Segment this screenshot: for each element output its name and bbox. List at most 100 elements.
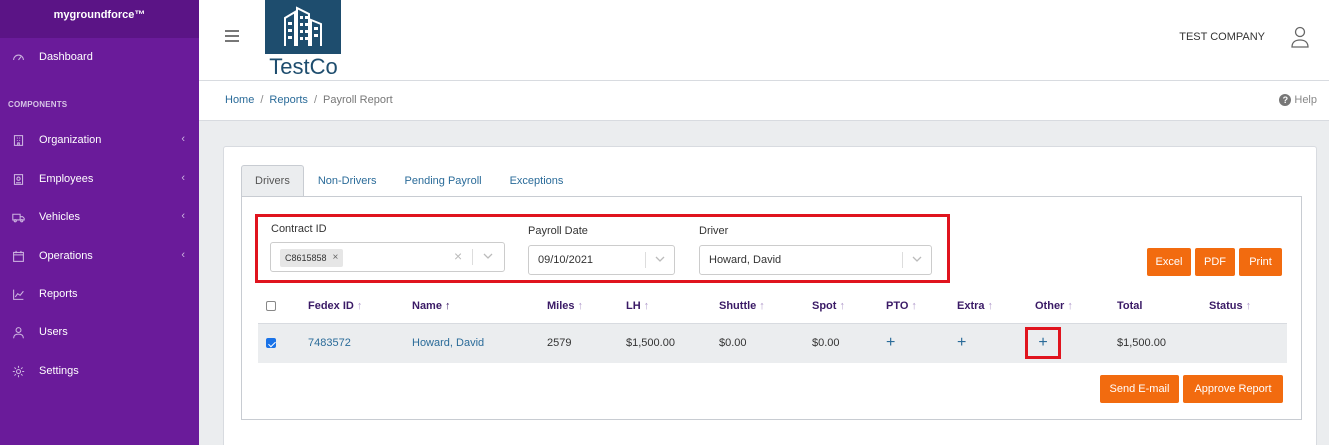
- col-status[interactable]: Status ↑: [1209, 290, 1287, 324]
- sort-arrow-icon: ↑: [911, 300, 917, 313]
- user-icon: [10, 324, 26, 340]
- sidebar-item-organization[interactable]: Organization ‹: [0, 124, 199, 156]
- driver-select[interactable]: Howard, David: [699, 245, 932, 275]
- print-button[interactable]: Print: [1239, 248, 1282, 276]
- chevron-left-icon: ‹: [181, 133, 185, 145]
- payroll-table: Fedex ID ↑ Name ↑ Miles ↑ LH ↑ Shuttle ↑ Spot…: [258, 290, 1287, 363]
- chevron-left-icon: ‹: [181, 210, 185, 222]
- chart-line-icon: [10, 286, 26, 302]
- chevron-down-icon[interactable]: [911, 253, 923, 265]
- add-other-icon[interactable]: +: [1038, 335, 1047, 351]
- pdf-button[interactable]: PDF: [1195, 248, 1235, 276]
- sidebar-item-users[interactable]: Users: [0, 316, 199, 348]
- add-extra-icon[interactable]: +: [957, 335, 966, 351]
- miles-cell: 2579: [547, 323, 626, 363]
- sidebar-item-label: Employees: [39, 173, 94, 185]
- sort-arrow-icon: ↑: [1245, 300, 1252, 313]
- col-other[interactable]: Other ↑: [1035, 290, 1117, 324]
- id-badge-icon: [10, 171, 26, 187]
- breadcrumb: Home / Reports / Payroll Report: [225, 94, 393, 106]
- sidebar-item-reports[interactable]: Reports: [0, 278, 199, 310]
- sidebar-item-operations[interactable]: Operations ‹: [0, 240, 199, 272]
- fedex-id-cell: 7483572: [308, 323, 412, 363]
- sidebar-item-label: Operations: [39, 250, 93, 262]
- lh-cell: $1,500.00: [626, 323, 719, 363]
- extra-cell: +: [957, 323, 1035, 363]
- sidebar-item-label: Vehicles: [39, 211, 80, 223]
- filters-highlight: Contract ID C8615858 × × Payroll Date 09…: [255, 214, 950, 283]
- sidebar-item-vehicles[interactable]: Vehicles ‹: [0, 201, 199, 233]
- help-link[interactable]: ? Help: [1279, 94, 1317, 106]
- sort-arrow-icon: ↑: [643, 300, 650, 313]
- brand-name: mygroundforce™: [0, 0, 199, 38]
- remove-chip-icon[interactable]: ×: [333, 249, 339, 267]
- user-profile-icon[interactable]: [1291, 26, 1309, 48]
- contract-id-select[interactable]: C8615858 × ×: [270, 242, 505, 272]
- col-extra[interactable]: Extra ↑: [957, 290, 1035, 324]
- excel-button[interactable]: Excel: [1147, 248, 1191, 276]
- sidebar-item-dashboard[interactable]: Dashboard: [0, 41, 199, 73]
- select-all-cell: [258, 290, 308, 324]
- fedex-id-link[interactable]: 7483572: [308, 337, 351, 349]
- speedometer-icon: [10, 49, 26, 65]
- sidebar-item-label: Organization: [39, 134, 102, 146]
- select-all-checkbox[interactable]: [266, 301, 276, 312]
- company-name: TEST COMPANY: [1179, 31, 1265, 43]
- sidebar-section-title: COMPONENTS: [8, 100, 68, 109]
- sort-arrow-icon: ↑: [356, 300, 363, 313]
- payroll-date-select[interactable]: 09/10/2021: [528, 245, 675, 275]
- send-email-button[interactable]: Send E-mail: [1100, 375, 1179, 403]
- pto-cell: +: [886, 323, 957, 363]
- breadcrumb-current: Payroll Report: [323, 94, 393, 106]
- col-lh[interactable]: LH ↑: [626, 290, 719, 324]
- chevron-left-icon: ‹: [181, 249, 185, 261]
- tab-bar: Drivers Non-Drivers Pending Payroll Exce…: [241, 165, 577, 197]
- chevron-down-icon[interactable]: [482, 250, 494, 262]
- sort-arrow-icon: ↑: [444, 300, 451, 313]
- row-select-cell: [258, 323, 308, 363]
- sort-arrow-icon: ↑: [1067, 300, 1073, 313]
- col-fedex-id[interactable]: Fedex ID ↑: [308, 290, 412, 324]
- driver-value: Howard, David: [709, 254, 782, 266]
- logo-text: TestCo: [269, 54, 338, 79]
- add-other-highlight: +: [1025, 327, 1061, 360]
- sort-arrow-icon: ↑: [577, 300, 584, 313]
- sidebar-item-settings[interactable]: Settings: [0, 355, 199, 387]
- sidebar-item-label: Settings: [39, 365, 79, 377]
- col-miles[interactable]: Miles ↑: [547, 290, 626, 324]
- question-circle-icon: ?: [1279, 94, 1292, 106]
- other-cell: +: [1025, 323, 1117, 363]
- driver-name-link[interactable]: Howard, David: [412, 337, 484, 349]
- row-checkbox[interactable]: [266, 338, 276, 349]
- status-cell: [1209, 323, 1287, 363]
- payroll-date-value: 09/10/2021: [538, 254, 594, 266]
- sidebar-item-label: Users: [39, 326, 68, 338]
- chevron-down-icon[interactable]: [654, 253, 666, 265]
- company-logo: TestCo: [265, 0, 342, 80]
- clear-selection-icon[interactable]: ×: [454, 248, 462, 264]
- col-spot[interactable]: Spot ↑: [812, 290, 886, 324]
- payroll-date-label: Payroll Date: [528, 225, 588, 237]
- hamburger-menu-icon[interactable]: [225, 30, 239, 42]
- breadcrumb-home[interactable]: Home: [225, 94, 254, 106]
- col-name[interactable]: Name ↑: [412, 290, 547, 324]
- breadcrumb-bar: Home / Reports / Payroll Report ? Help: [199, 81, 1329, 121]
- col-pto[interactable]: PTO ↑: [886, 290, 957, 324]
- tab-drivers[interactable]: Drivers: [241, 165, 304, 197]
- tab-exceptions[interactable]: Exceptions: [496, 165, 578, 197]
- col-total[interactable]: Total: [1117, 290, 1209, 324]
- tab-pending-payroll[interactable]: Pending Payroll: [391, 165, 496, 197]
- chevron-left-icon: ‹: [181, 172, 185, 184]
- tab-non-drivers[interactable]: Non-Drivers: [304, 165, 391, 197]
- sidebar-item-label: Dashboard: [39, 51, 93, 63]
- approve-report-button[interactable]: Approve Report: [1183, 375, 1283, 403]
- add-pto-icon[interactable]: +: [886, 335, 895, 351]
- truck-icon: [10, 209, 26, 225]
- sidebar-item-employees[interactable]: Employees ‹: [0, 163, 199, 195]
- gear-icon: [10, 363, 26, 379]
- col-shuttle[interactable]: Shuttle ↑: [719, 290, 812, 324]
- shuttle-cell: $0.00: [719, 323, 812, 363]
- payroll-card: Drivers Non-Drivers Pending Payroll Exce…: [223, 146, 1317, 445]
- driver-label: Driver: [699, 225, 729, 237]
- breadcrumb-reports[interactable]: Reports: [269, 94, 308, 106]
